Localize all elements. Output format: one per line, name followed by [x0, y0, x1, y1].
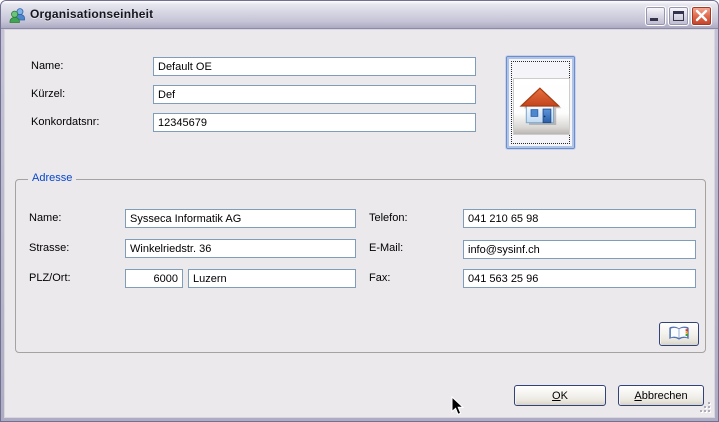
cancel-button[interactable]: Abbrechen	[618, 385, 704, 406]
address-book-icon	[669, 326, 689, 340]
org-konkordatsnr-input[interactable]	[153, 113, 476, 132]
house-icon	[519, 86, 561, 125]
close-button[interactable]	[691, 6, 712, 26]
org-kuerzel-label: Kürzel:	[31, 88, 66, 100]
address-telefon-label: Telefon:	[369, 212, 408, 224]
address-email-label: E-Mail:	[369, 242, 404, 254]
ok-button[interactable]: OK	[514, 385, 606, 406]
address-email-input[interactable]	[463, 240, 696, 259]
org-konkordatsnr-label: Konkordatsnr:	[31, 116, 100, 128]
minimize-icon	[650, 18, 658, 21]
address-plz-input[interactable]	[125, 269, 183, 288]
address-fax-input[interactable]	[463, 269, 696, 288]
org-name-input[interactable]	[153, 57, 476, 76]
titlebar[interactable]: Organisationseinheit	[1, 1, 718, 29]
dialog-body: Name: Kürzel: Konkordatsnr:	[4, 29, 715, 418]
ok-button-label: OK	[552, 389, 568, 402]
address-telefon-input[interactable]	[463, 209, 696, 228]
resize-grip[interactable]	[698, 400, 713, 415]
dialog-window: Organisationseinheit Name: Kürzel: Konko…	[0, 0, 719, 422]
address-strasse-input[interactable]	[125, 239, 356, 258]
maximize-icon	[673, 11, 684, 21]
address-name-label: Name:	[29, 212, 62, 224]
address-groupbox-legend: Adresse	[28, 172, 77, 184]
address-ort-input[interactable]	[188, 269, 356, 288]
minimize-button[interactable]	[645, 6, 666, 26]
org-name-label: Name:	[31, 60, 64, 72]
cancel-button-label: Abbrechen	[634, 389, 688, 402]
org-kuerzel-input[interactable]	[153, 85, 476, 104]
address-book-button[interactable]	[659, 322, 699, 346]
address-strasse-label: Strasse:	[29, 242, 70, 254]
address-groupbox: Adresse	[15, 172, 706, 353]
address-fax-label: Fax:	[369, 272, 391, 284]
address-plz-ort-label: PLZ/Ort:	[29, 272, 71, 284]
organization-users-icon	[9, 8, 25, 23]
organisation-logo-button[interactable]	[506, 56, 575, 149]
close-icon	[695, 9, 708, 22]
logo-image-panel	[513, 78, 570, 135]
address-name-input[interactable]	[125, 209, 356, 228]
maximize-button[interactable]	[668, 6, 689, 26]
window-title: Organisationseinheit	[30, 7, 154, 21]
